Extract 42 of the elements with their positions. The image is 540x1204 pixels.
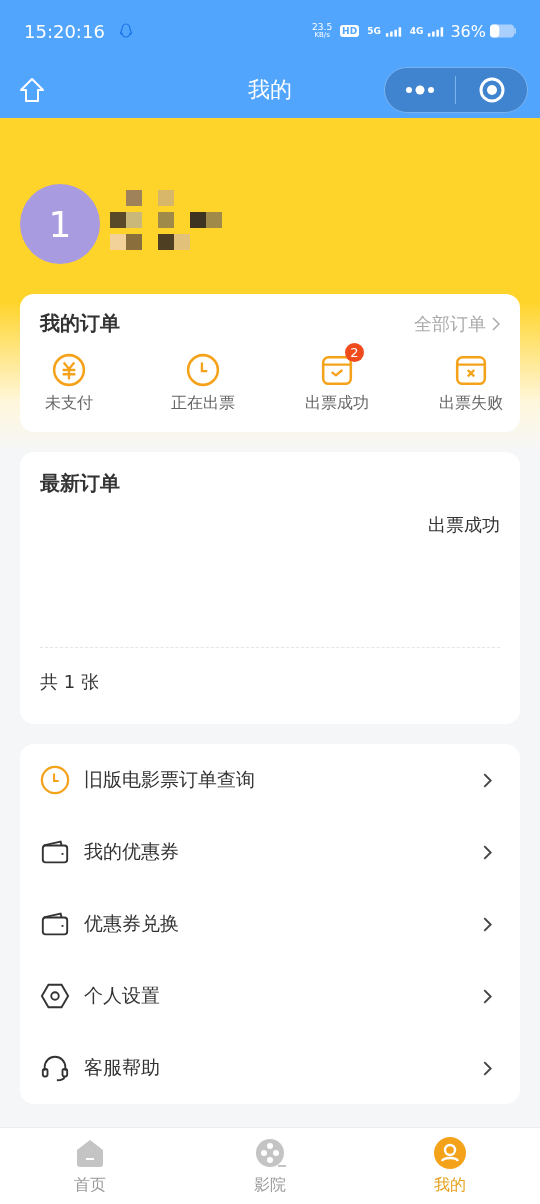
penguin-icon <box>118 23 133 39</box>
battery-percent: 36% <box>450 21 486 41</box>
order-status: 出票成功 <box>428 513 500 537</box>
signal-icon <box>427 25 445 37</box>
chevron-icon <box>483 916 492 932</box>
order-status-item[interactable]: 2 出票成功 <box>292 341 382 414</box>
count-badge: 2 <box>345 343 364 362</box>
order-status-item[interactable]: 正在出票 <box>158 341 248 414</box>
home-icon[interactable] <box>18 76 46 104</box>
settings-icon <box>40 981 70 1011</box>
chevron-icon <box>492 316 500 331</box>
clock-icon <box>40 765 70 795</box>
order-status-item[interactable]: 出票失败 <box>426 341 516 414</box>
menu-item[interactable]: 优惠券兑换 <box>40 888 500 960</box>
menu-item[interactable]: 我的优惠券 <box>40 816 500 888</box>
chevron-icon <box>483 772 492 788</box>
ticket-count: 共 1 张 <box>40 670 100 694</box>
menu-item[interactable]: 旧版电影票订单查询 <box>40 744 500 816</box>
menu-item[interactable]: 个人设置 <box>40 960 500 1032</box>
network-label: 5G <box>367 26 381 36</box>
order-status-item[interactable]: 未支付 <box>24 341 114 414</box>
clock-icon <box>186 353 220 387</box>
headset-icon <box>40 1053 70 1083</box>
capsule-menu[interactable] <box>384 67 528 113</box>
film-reel-icon <box>254 1136 286 1169</box>
avatar: 1 <box>20 184 100 264</box>
menu-item[interactable]: 客服帮助 <box>40 1032 500 1104</box>
user-icon <box>434 1136 466 1169</box>
page-title: 我的 <box>248 76 292 104</box>
hd-badge: HD <box>340 25 360 37</box>
box-cross-icon <box>454 353 488 387</box>
chevron-icon <box>483 1060 492 1076</box>
more-icon[interactable] <box>405 85 435 95</box>
signal-icon <box>384 25 402 37</box>
yuan-icon <box>52 353 86 387</box>
chevron-icon <box>483 988 492 1004</box>
network-label: 4G <box>409 26 424 36</box>
card-title: 最新订单 <box>40 470 121 497</box>
card-title: 我的订单 <box>40 310 120 337</box>
battery-icon <box>490 24 516 38</box>
chevron-icon <box>483 844 492 860</box>
status-time: 15:20:16 <box>24 20 105 42</box>
